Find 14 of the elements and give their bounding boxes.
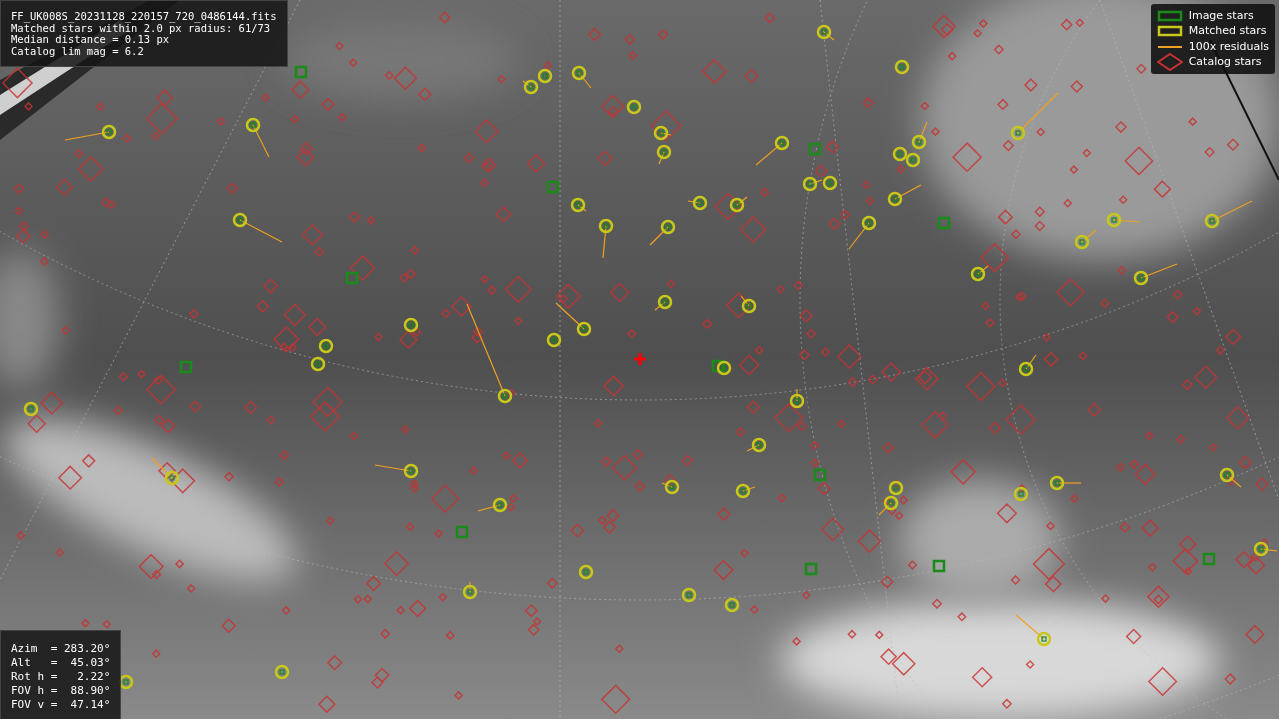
- legend-label: Image stars: [1188, 7, 1254, 24]
- legend-label: Catalog stars: [1188, 54, 1262, 70]
- legend-label: Matched stars: [1188, 23, 1267, 39]
- info-text: Catalog lim mag = 6.2: [11, 45, 145, 57]
- info-text: FOV h = 88.90°: [11, 684, 111, 698]
- info-text: FF_UK008S_20231128_220157_720_0486144.fits: [11, 11, 277, 23]
- info-text: FOV v = 47.14°: [11, 698, 111, 712]
- info-text: Median distance = 0.13 px: [11, 34, 170, 46]
- info-text: Rot h = 2.22°: [11, 670, 111, 684]
- info-text: Alt = 45.03°: [11, 656, 111, 670]
- legend-label: 100x residuals: [1188, 38, 1269, 55]
- info-text: Matched stars within 2.0 px radius: 61/73: [11, 22, 271, 34]
- center-cross-icon: [634, 353, 646, 365]
- info-text: Azim = 283.20°: [11, 642, 111, 656]
